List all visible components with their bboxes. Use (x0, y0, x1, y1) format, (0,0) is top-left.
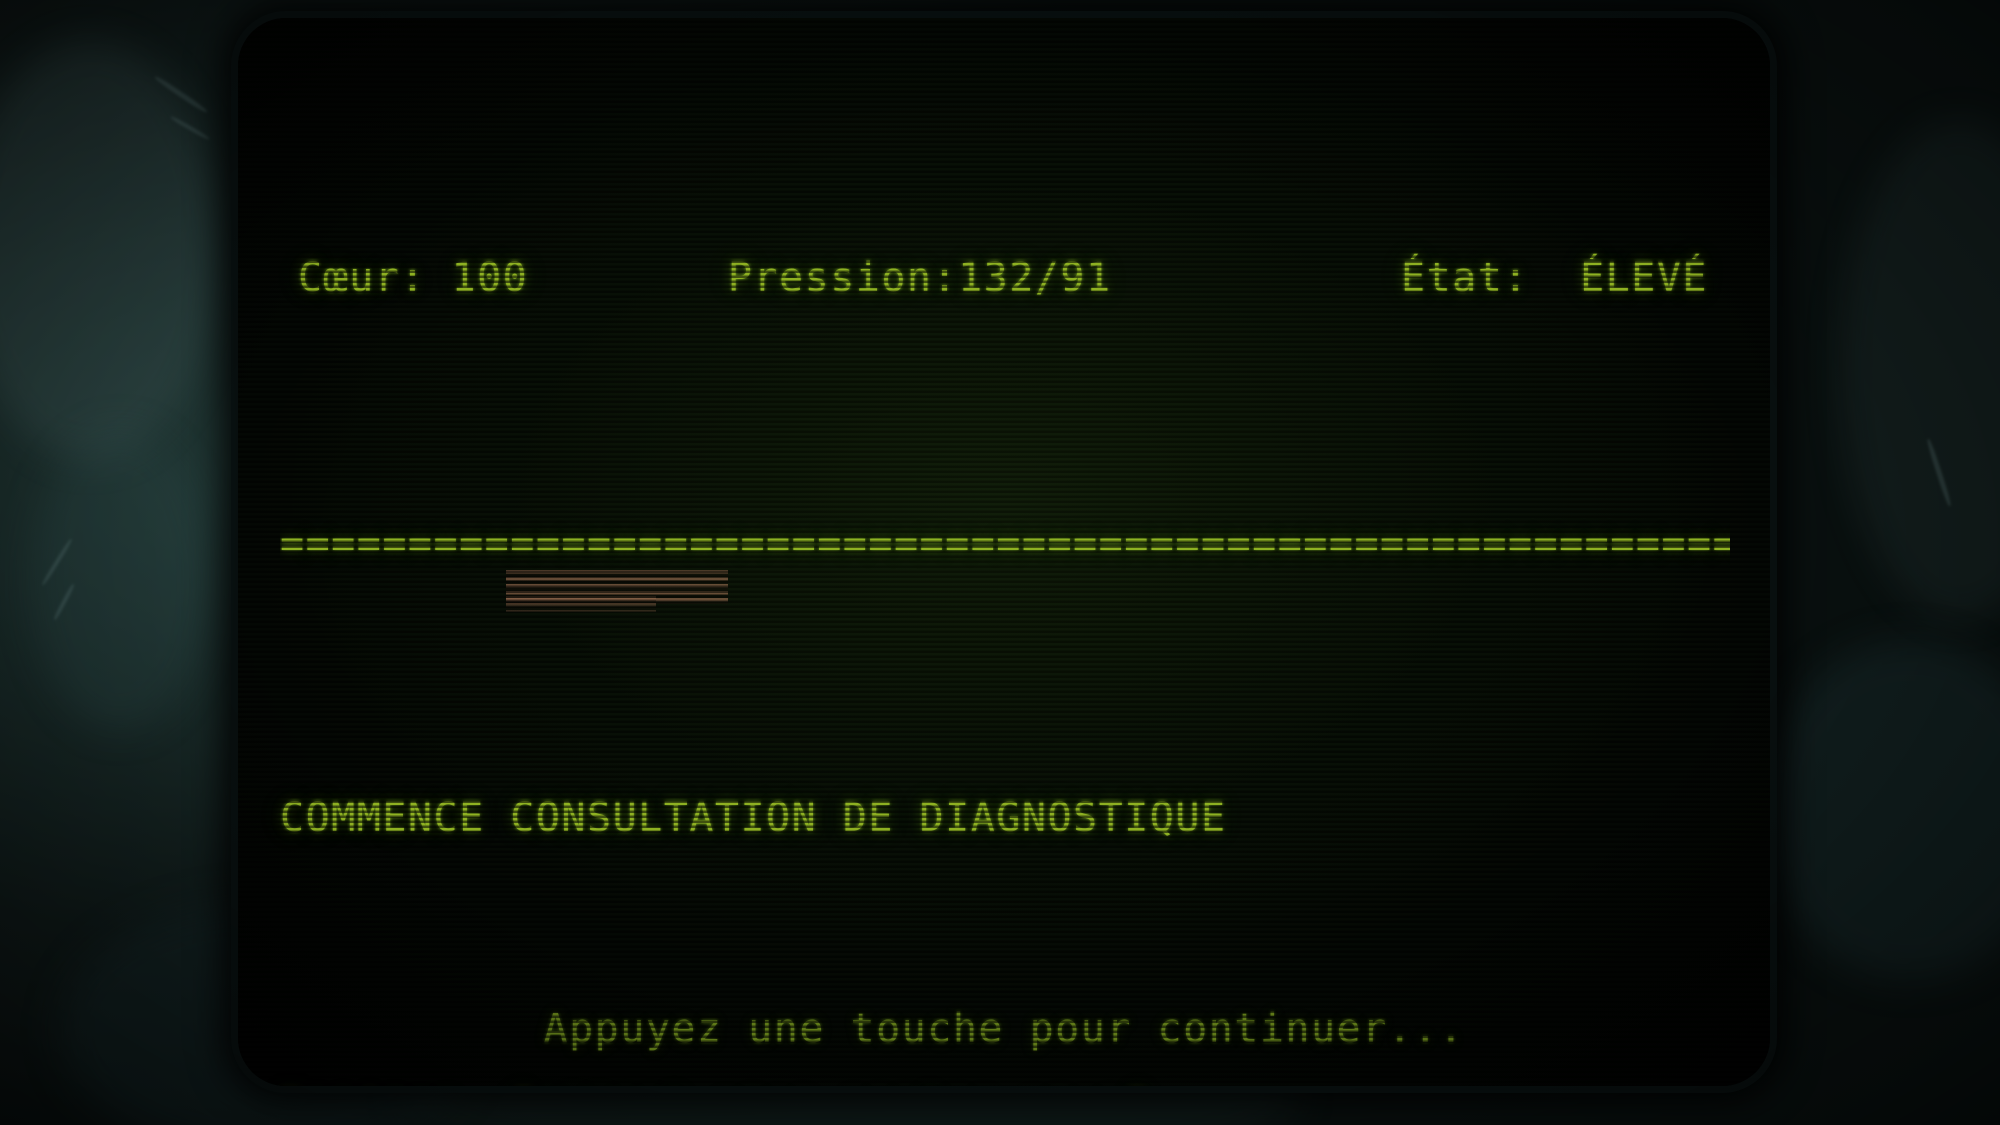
blood-pressure-readout: Pression:132/91 (727, 255, 1112, 301)
bezel-scratch (52, 583, 76, 621)
vitals-status-bar: Cœur: 100 Pression:132/91 État: ÉLEVÉ (280, 252, 1730, 304)
bezel-scratch (1925, 438, 1953, 507)
heart-rate-readout: Cœur: 100 (298, 255, 529, 301)
bezel-grime (30, 430, 210, 730)
consultation-heading: COMMENCE CONSULTATION DE DIAGNOSTIQUE (280, 795, 1227, 841)
divider-rule: ========================================… (280, 521, 1730, 567)
crt-screen: Cœur: 100 Pression:132/91 État: ÉLEVÉ ==… (238, 18, 1770, 1086)
bezel-scratch (153, 75, 209, 114)
continue-prompt[interactable]: Appuyez une touche pour continuer... (238, 1006, 1770, 1052)
dialogue-line-greeting: Bonjour. Comment vous sentez-vous? (280, 1082, 1730, 1086)
state-readout: État: ÉLEVÉ (1401, 255, 1708, 301)
bezel-scratch (40, 538, 74, 586)
bezel-scratch (169, 115, 211, 141)
crt-monitor-frame: Cœur: 100 Pression:132/91 État: ÉLEVÉ ==… (238, 18, 1770, 1086)
terminal-scene: Cœur: 100 Pression:132/91 État: ÉLEVÉ ==… (0, 0, 2000, 1125)
bezel-grime (0, 40, 220, 460)
bezel-grime (1840, 120, 2000, 620)
bezel-grime (1760, 640, 2000, 980)
terminal-text-area: Cœur: 100 Pression:132/91 État: ÉLEVÉ ==… (238, 18, 1770, 1086)
